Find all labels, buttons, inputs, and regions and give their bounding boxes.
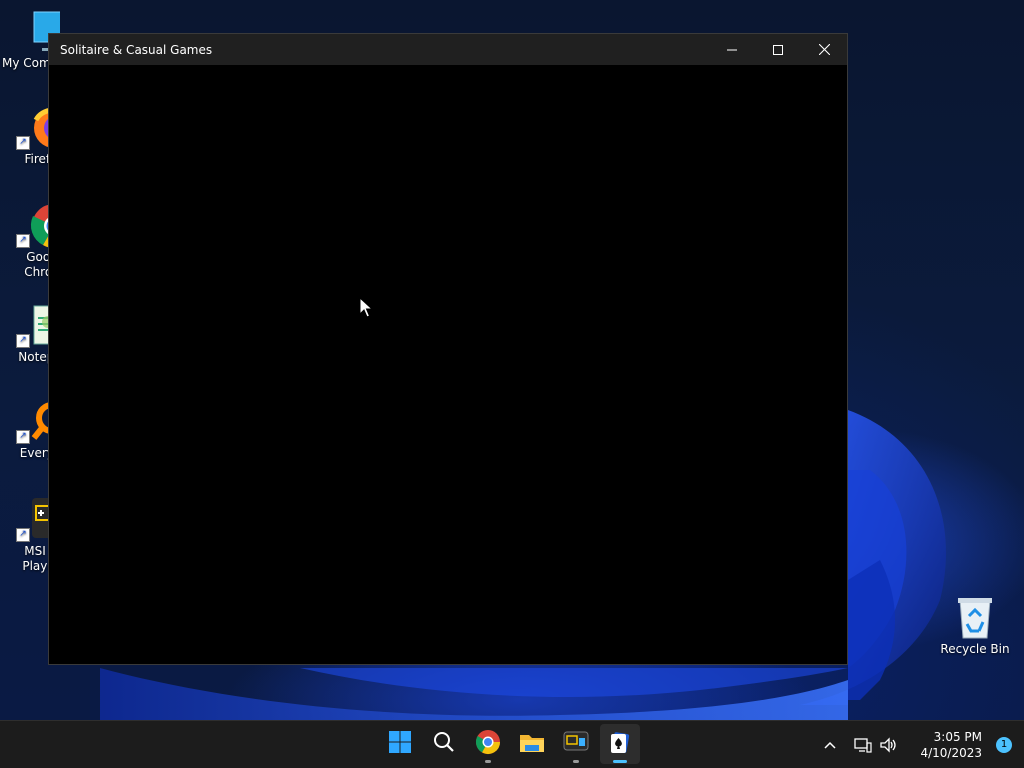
taskbar-msi-app-player-button[interactable] xyxy=(556,724,596,764)
running-indicator xyxy=(573,760,579,763)
msi-app-player-icon xyxy=(563,730,589,758)
close-icon xyxy=(818,40,830,59)
solitaire-icon xyxy=(608,730,632,758)
minimize-icon xyxy=(727,40,737,59)
show-hidden-icons-button[interactable] xyxy=(818,733,842,757)
desktop-icon-label: Recycle Bin xyxy=(940,642,1010,656)
shortcut-arrow-icon: ↗ xyxy=(16,234,30,248)
start-button[interactable] xyxy=(380,724,420,764)
notification-badge[interactable]: 1 xyxy=(996,736,1012,753)
solitaire-window[interactable]: Solitaire & Casual Games xyxy=(48,33,848,665)
search-button[interactable] xyxy=(424,724,464,764)
mouse-pointer-icon xyxy=(359,296,374,323)
clock-date: 4/10/2023 xyxy=(920,745,982,760)
system-tray: 3:05 PM 4/10/2023 1 xyxy=(817,721,1024,768)
maximize-button[interactable] xyxy=(755,34,801,65)
taskbar-file-explorer-button[interactable] xyxy=(512,724,552,764)
window-titlebar[interactable]: Solitaire & Casual Games xyxy=(49,34,847,65)
shortcut-arrow-icon: ↗ xyxy=(16,334,30,348)
recycle-bin-icon xyxy=(953,596,997,640)
active-indicator xyxy=(613,760,627,763)
taskbar-chrome-button[interactable] xyxy=(468,724,508,764)
network-icon[interactable] xyxy=(851,733,875,757)
chrome-icon xyxy=(475,729,501,759)
shortcut-arrow-icon: ↗ xyxy=(16,136,30,150)
folder-icon xyxy=(519,731,545,757)
windows-start-icon xyxy=(388,730,412,758)
minimize-button[interactable] xyxy=(709,34,755,65)
shortcut-arrow-icon: ↗ xyxy=(16,430,30,444)
taskbar-clock[interactable]: 3:05 PM 4/10/2023 xyxy=(920,729,982,761)
volume-icon[interactable] xyxy=(877,733,901,757)
close-button[interactable] xyxy=(801,34,847,65)
desktop-icon-recycle-bin[interactable]: Recycle Bin xyxy=(937,596,1013,657)
window-title: Solitaire & Casual Games xyxy=(60,42,213,57)
shortcut-arrow-icon: ↗ xyxy=(16,528,30,542)
taskbar-solitaire-button[interactable] xyxy=(600,724,640,764)
clock-time: 3:05 PM xyxy=(933,729,982,744)
search-icon xyxy=(432,730,456,758)
maximize-icon xyxy=(773,40,783,59)
taskbar-apps xyxy=(380,724,640,764)
taskbar: 3:05 PM 4/10/2023 1 xyxy=(0,720,1024,768)
running-indicator xyxy=(485,760,491,763)
window-content-area[interactable] xyxy=(49,65,847,664)
